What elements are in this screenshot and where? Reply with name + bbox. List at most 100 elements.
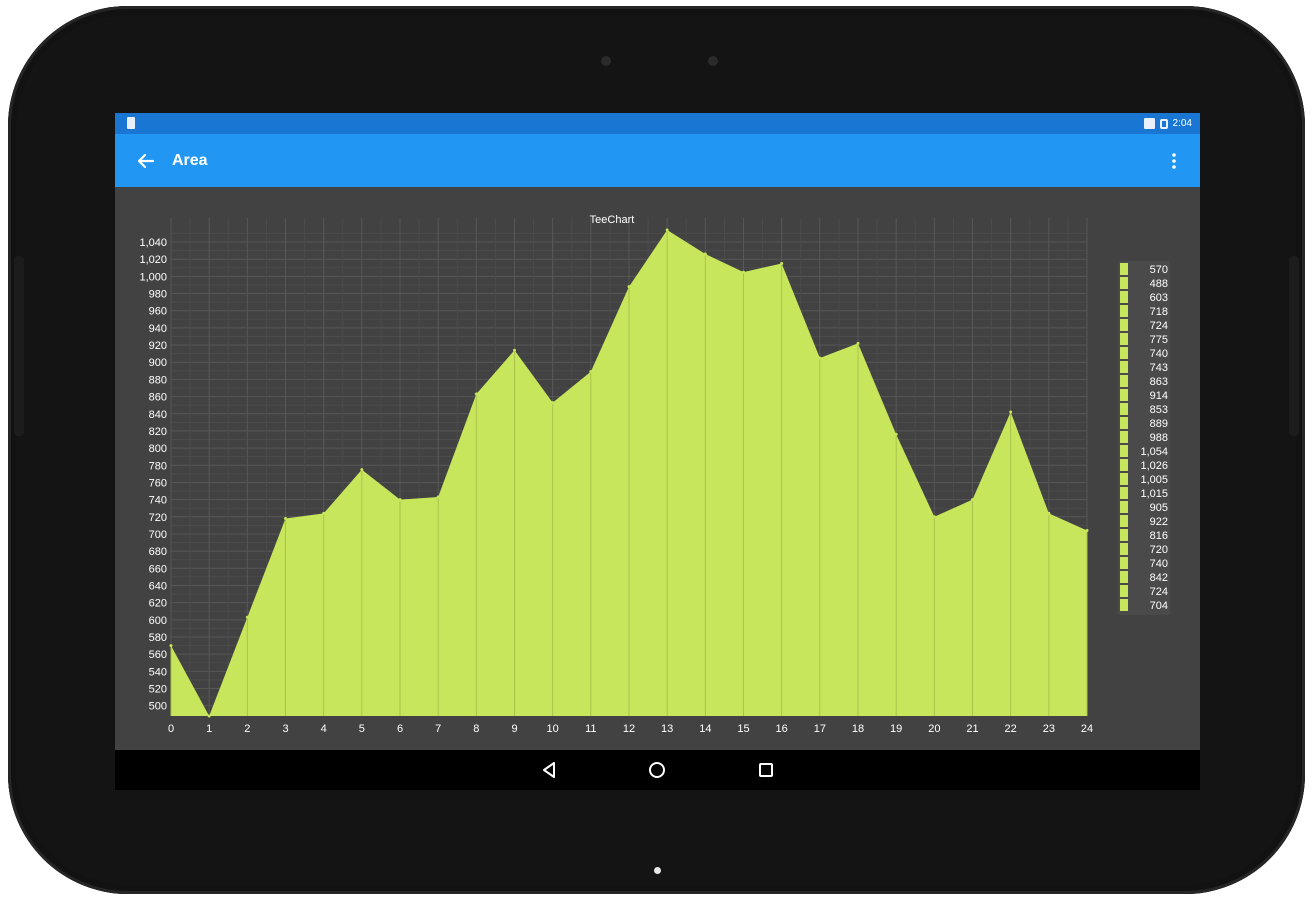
y-tick-label: 740: [149, 495, 167, 507]
data-point: [971, 498, 974, 502]
data-point: [1009, 410, 1013, 414]
legend-label: 1,026: [1140, 460, 1168, 472]
triangle-back-icon: [543, 762, 555, 778]
data-point: [780, 261, 784, 265]
circle-home-icon: [649, 762, 665, 778]
y-tick-label: 920: [149, 340, 167, 352]
data-point: [436, 495, 440, 499]
square-recents-icon: [759, 763, 773, 777]
area-chart[interactable]: 5005205405605806006206406606807007207407…: [115, 187, 1200, 750]
x-tick-label: 24: [1081, 723, 1093, 735]
legend-label: 1,015: [1140, 488, 1168, 500]
y-tick-label: 660: [149, 563, 167, 575]
y-tick-label: 620: [149, 598, 167, 610]
data-point: [360, 468, 364, 472]
arrow-back-icon: [137, 153, 155, 169]
x-tick-label: 21: [966, 723, 978, 735]
legend-swatch: [1120, 501, 1128, 513]
legend-swatch: [1120, 599, 1128, 611]
legend-label: 1,054: [1140, 446, 1168, 458]
data-point: [169, 644, 173, 648]
legend-label: 488: [1150, 278, 1168, 290]
legend-swatch: [1120, 557, 1128, 569]
data-point: [589, 370, 593, 374]
legend-label: 863: [1150, 376, 1168, 388]
nav-home-button[interactable]: [644, 758, 670, 782]
chart-container[interactable]: 500 520 540 560 580 600 620 640 660 680 700 720 740 7…: [115, 187, 1200, 750]
x-tick-label: 16: [776, 723, 788, 735]
y-tick-label: 680: [149, 546, 167, 558]
legend-label: 570: [1150, 264, 1168, 276]
data-point: [398, 498, 402, 502]
legend-label: 704: [1150, 600, 1168, 612]
overflow-menu-button[interactable]: [1162, 148, 1186, 174]
x-tick-label: 12: [623, 723, 635, 735]
data-point: [322, 511, 326, 515]
light-sensor: [708, 56, 718, 66]
legend-swatch: [1120, 445, 1128, 457]
nav-back-button[interactable]: [536, 758, 562, 782]
data-point: [932, 515, 936, 519]
legend-label: 853: [1150, 404, 1168, 416]
data-point: [818, 356, 822, 360]
y-tick-label: 1,020: [139, 254, 167, 266]
legend-swatch: [1120, 403, 1128, 415]
x-tick-label: 1: [206, 723, 212, 735]
x-tick-label: 15: [737, 723, 749, 735]
y-tick-label: 640: [149, 580, 167, 592]
legend-label: 740: [1150, 558, 1168, 570]
legend-swatch: [1120, 263, 1128, 275]
legend-swatch: [1120, 487, 1128, 499]
legend-label: 922: [1150, 516, 1168, 528]
legend-label: 720: [1150, 544, 1168, 556]
data-point: [1085, 529, 1089, 533]
x-tick-label: 7: [435, 723, 441, 735]
y-tick-label: 720: [149, 512, 167, 524]
y-tick-label: 600: [149, 615, 167, 627]
app-bar: Area: [115, 134, 1200, 187]
data-point: [894, 432, 898, 436]
x-tick-label: 9: [511, 723, 517, 735]
x-tick-label: 23: [1043, 723, 1055, 735]
back-button[interactable]: [131, 146, 161, 176]
x-tick-label: 8: [473, 723, 479, 735]
x-tick-label: 18: [852, 723, 864, 735]
data-point: [284, 517, 287, 521]
legend-swatch: [1120, 473, 1128, 485]
y-tick-label: 760: [149, 477, 167, 489]
legend-swatch: [1120, 431, 1128, 443]
y-tick-label: 540: [149, 666, 167, 678]
nav-recents-button[interactable]: [753, 758, 779, 782]
x-tick-label: 14: [699, 723, 711, 735]
legend-swatch: [1120, 529, 1128, 541]
y-tick-label: 560: [149, 649, 167, 661]
legend-swatch: [1120, 319, 1128, 331]
left-speaker-grille: [14, 256, 24, 436]
y-tick-label: 520: [149, 684, 167, 696]
app-bar-title: Area: [172, 152, 208, 169]
legend-label: 1,005: [1140, 474, 1168, 486]
x-tick-label: 20: [928, 723, 940, 735]
x-tick-label: 17: [814, 723, 826, 735]
front-camera: [601, 56, 611, 66]
y-tick-label: 880: [149, 374, 167, 386]
legend-label: 889: [1150, 418, 1168, 430]
legend-swatch: [1120, 417, 1128, 429]
legend-label: 775: [1150, 334, 1168, 346]
y-tick-label: 980: [149, 289, 167, 301]
legend-swatch: [1120, 305, 1128, 317]
x-tick-label: 22: [1005, 723, 1017, 735]
x-tick-label: 11: [585, 723, 596, 735]
legend-swatch: [1120, 571, 1128, 583]
y-tick-label: 900: [149, 357, 167, 369]
legend-label: 905: [1150, 502, 1168, 514]
data-point: [627, 285, 631, 289]
y-tick-label: 700: [149, 529, 167, 541]
status-time: 2:04: [1172, 118, 1192, 129]
legend-label: 718: [1150, 306, 1168, 318]
data-point: [513, 348, 516, 352]
data-point: [742, 270, 745, 274]
legend-label: 816: [1150, 530, 1168, 542]
legend-label: 988: [1150, 432, 1168, 444]
data-point: [665, 228, 669, 232]
